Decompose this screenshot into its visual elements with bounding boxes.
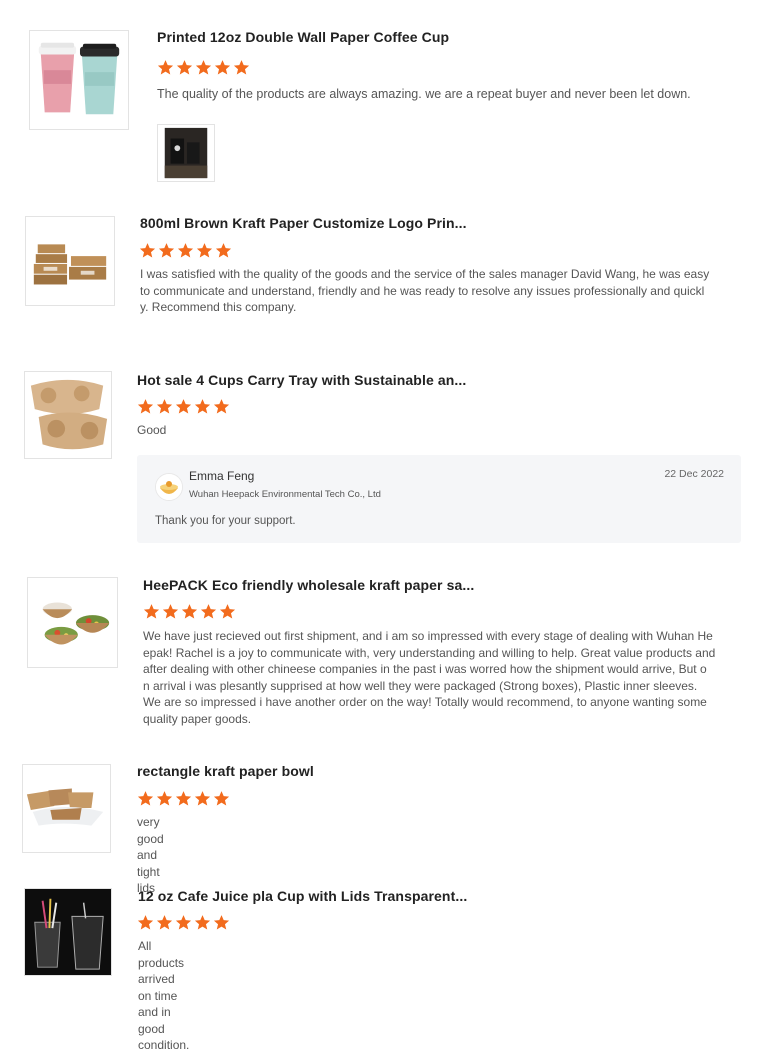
star-icon xyxy=(219,603,236,620)
review-text-line: to communicate and understand, friendly … xyxy=(140,283,705,298)
review-text: I was satisfied with the quality of the … xyxy=(140,266,740,316)
star-icon xyxy=(158,242,175,259)
product-title[interactable]: Printed 12oz Double Wall Paper Coffee Cu… xyxy=(157,29,449,45)
star-rating xyxy=(137,398,230,415)
star-icon xyxy=(213,790,230,807)
product-title[interactable]: rectangle kraft paper bowl xyxy=(137,763,314,779)
star-icon xyxy=(196,242,213,259)
star-icon xyxy=(137,914,154,931)
product-title[interactable]: 12 oz Cafe Juice pla Cup with Lids Trans… xyxy=(138,888,467,904)
star-icon xyxy=(162,603,179,620)
star-rating xyxy=(143,603,236,620)
review-text-line: y. Recommend this company. xyxy=(140,300,297,314)
product-thumbnail-salad-bowls[interactable] xyxy=(27,577,118,668)
star-rating xyxy=(139,242,232,259)
star-icon xyxy=(194,398,211,415)
star-icon xyxy=(215,242,232,259)
star-icon xyxy=(181,603,198,620)
star-icon xyxy=(156,914,173,931)
seller-company: Wuhan Heepack Environmental Tech Co., Lt… xyxy=(189,489,381,500)
product-thumbnail-coffee-cups[interactable] xyxy=(29,30,129,130)
star-icon xyxy=(194,914,211,931)
star-icon xyxy=(137,790,154,807)
review-text-line: quality paper goods. xyxy=(143,711,252,726)
star-icon xyxy=(157,59,174,76)
star-icon xyxy=(175,398,192,415)
star-icon xyxy=(156,790,173,807)
star-icon xyxy=(194,790,211,807)
reply-date: 22 Dec 2022 xyxy=(664,468,724,480)
review-text: All products arrived on time and in good… xyxy=(138,939,190,1052)
star-icon xyxy=(175,914,192,931)
reply-text: Thank you for your support. xyxy=(155,515,296,527)
seller-reply: Emma Feng Wuhan Heepack Environmental Te… xyxy=(137,455,741,543)
product-title[interactable]: Hot sale 4 Cups Carry Tray with Sustaina… xyxy=(137,372,466,388)
star-rating xyxy=(137,790,230,807)
star-icon xyxy=(233,59,250,76)
star-icon xyxy=(195,59,212,76)
star-icon xyxy=(137,398,154,415)
product-title[interactable]: 800ml Brown Kraft Paper Customize Logo P… xyxy=(140,215,467,231)
review-text-line: after dealing with other chineese compan… xyxy=(143,662,707,676)
star-icon xyxy=(177,242,194,259)
review-text: very good and tight lids xyxy=(137,815,164,895)
star-icon xyxy=(143,603,160,620)
product-thumbnail-cup-carrier[interactable] xyxy=(24,371,112,459)
seller-name: Emma Feng xyxy=(189,469,255,483)
review-text: The quality of the products are always a… xyxy=(157,87,691,101)
review-text: We have just recieved out first shipment… xyxy=(143,628,743,727)
star-rating xyxy=(157,59,250,76)
product-thumbnail-pla-cups[interactable] xyxy=(24,888,112,976)
review-text-line: I was satisfied with the quality of the … xyxy=(140,267,710,281)
star-icon xyxy=(200,603,217,620)
star-icon xyxy=(175,790,192,807)
product-title[interactable]: HeePACK Eco friendly wholesale kraft pap… xyxy=(143,577,474,593)
product-thumbnail-rectangle-bowls[interactable] xyxy=(22,764,111,853)
star-icon xyxy=(156,398,173,415)
review-text-line: We have just recieved out first shipment… xyxy=(143,629,713,643)
star-icon xyxy=(213,398,230,415)
star-icon xyxy=(213,914,230,931)
review-photo-attachment[interactable] xyxy=(157,124,215,182)
review-text-line: epak! Rachel is a joy to communicate wit… xyxy=(143,645,716,660)
star-rating xyxy=(137,914,230,931)
review-text: Good xyxy=(137,423,167,437)
review-text-line: n arrival i was plesantly supprised at h… xyxy=(143,678,698,693)
seller-avatar xyxy=(155,473,183,501)
review-text-line: We are so impressed i have another order… xyxy=(143,695,707,709)
star-icon xyxy=(139,242,156,259)
product-thumbnail-kraft-boxes[interactable] xyxy=(25,216,115,306)
star-icon xyxy=(176,59,193,76)
star-icon xyxy=(214,59,231,76)
